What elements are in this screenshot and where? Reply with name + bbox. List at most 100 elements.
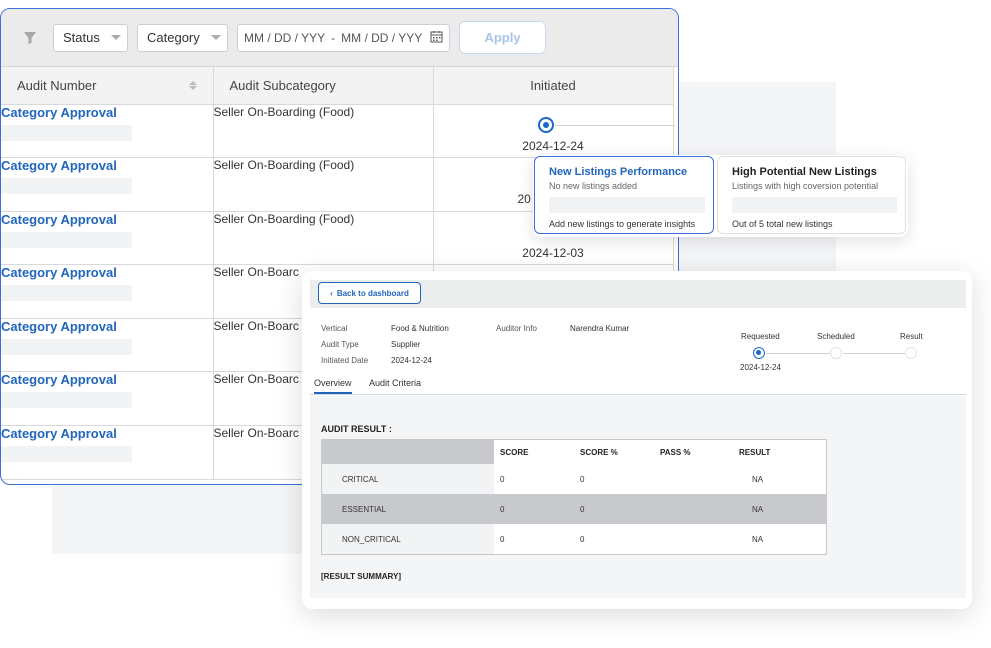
audit-link[interactable]: Category Approval xyxy=(1,265,213,280)
result-header-blank xyxy=(322,440,494,464)
step-line xyxy=(843,353,905,354)
placeholder-bar xyxy=(1,392,132,409)
insight-card-footer: Out of 5 total new listings xyxy=(732,219,833,229)
column-header-audit-number[interactable]: Audit Number xyxy=(1,67,214,105)
table-row[interactable]: Category Approval Seller On-Boarding (Fo… xyxy=(1,104,675,159)
initiated-date: 2024-12-24 xyxy=(522,138,584,153)
table-header-row: Audit Number Audit Subcategory Initiated xyxy=(1,67,674,105)
result-summary-label: [RESULT SUMMARY] xyxy=(321,572,401,581)
initiated-date: 2024-12-03 xyxy=(522,245,584,260)
filter-icon[interactable] xyxy=(17,25,43,51)
insight-card-new-listings[interactable]: New Listings Performance No new listings… xyxy=(534,156,714,234)
step-pending-icon xyxy=(905,347,917,359)
insights-popover: New Listings Performance No new listings… xyxy=(533,155,908,237)
placeholder-bar xyxy=(1,446,132,463)
audit-number-cell: Category Approval xyxy=(1,104,214,159)
overview-content: AUDIT RESULT : SCORE SCORE % PASS % RESU… xyxy=(310,396,966,598)
result-value: NA xyxy=(752,474,764,484)
result-score: 0 xyxy=(500,534,505,544)
placeholder-bar xyxy=(1,178,132,195)
filter-bar: Status Category MM / DD / YYY - MM / DD … xyxy=(1,9,678,67)
column-header-label: Audit Number xyxy=(17,77,97,93)
result-table-header: SCORE SCORE % PASS % RESULT xyxy=(322,440,826,464)
result-header-result: RESULT xyxy=(739,447,771,457)
placeholder-bar xyxy=(1,124,132,141)
placeholder-bar xyxy=(1,285,132,302)
step-pending-icon xyxy=(830,347,842,359)
audit-link[interactable]: Category Approval xyxy=(1,105,213,120)
initiated-date-label: Initiated Date xyxy=(321,356,369,365)
audit-type-label: Audit Type xyxy=(321,340,359,349)
audit-number-cell: Category Approval xyxy=(1,425,214,480)
audit-subcategory-cell: Seller On-Boarding (Food) xyxy=(213,211,434,266)
timeline-line xyxy=(554,124,675,126)
insight-card-subtitle: No new listings added xyxy=(549,181,638,191)
step-date: 2024-12-24 xyxy=(740,363,781,372)
audit-subcategory-cell: Seller On-Boarding (Food) xyxy=(213,104,434,159)
step-line xyxy=(766,353,830,354)
category-select-label: Category xyxy=(147,30,200,45)
insight-card-subtitle: Listings with high coversion potential xyxy=(732,181,879,191)
audit-link[interactable]: Category Approval xyxy=(1,158,213,173)
audit-number-cell: Category Approval xyxy=(1,371,214,427)
insight-card-title: New Listings Performance xyxy=(549,166,688,178)
timeline-dot-icon xyxy=(537,116,554,133)
date-from-placeholder[interactable]: MM / DD / YYY xyxy=(244,31,325,45)
result-row-name: ESSENTIAL xyxy=(322,494,494,524)
vertical-value: Food & Nutrition xyxy=(391,324,449,333)
auditor-value: Narendra Kumar xyxy=(570,324,630,333)
status-select[interactable]: Status xyxy=(53,23,128,52)
date-separator: - xyxy=(331,30,336,45)
status-select-label: Status xyxy=(63,30,100,45)
result-score: 0 xyxy=(500,474,505,484)
step-label-scheduled: Scheduled xyxy=(817,332,855,341)
audit-link[interactable]: Category Approval xyxy=(1,212,213,227)
column-header-initiated: Initiated xyxy=(433,67,674,105)
audit-type-value: Supplier xyxy=(391,340,421,349)
audit-result-table: SCORE SCORE % PASS % RESULT CRITICAL 0 0… xyxy=(321,439,827,555)
chevron-left-icon: ‹ xyxy=(330,288,333,298)
audit-detail-panel: ‹ Back to dashboard Vertical Food & Nutr… xyxy=(302,271,972,609)
placeholder-bar xyxy=(1,231,132,248)
back-button-label: Back to dashboard xyxy=(336,288,409,298)
initiated-date-value: 2024-12-24 xyxy=(391,356,432,365)
audit-link[interactable]: Category Approval xyxy=(1,426,213,441)
apply-button[interactable]: Apply xyxy=(459,21,546,54)
result-score: 0 xyxy=(500,504,505,514)
result-row-name: NON_CRITICAL xyxy=(322,524,494,554)
tab-audit-criteria[interactable]: Audit Criteria xyxy=(369,378,421,388)
result-header-pass-pct: PASS % xyxy=(660,447,691,457)
sort-icon[interactable] xyxy=(188,80,197,90)
placeholder-bar xyxy=(732,197,897,213)
date-to-placeholder[interactable]: MM / DD / YYY xyxy=(341,31,422,45)
result-score-pct: 0 xyxy=(580,534,585,544)
initiated-cell: 2024-12-24 xyxy=(433,104,675,159)
audit-number-cell: Category Approval xyxy=(1,264,214,319)
table-row: CRITICAL 0 0 NA xyxy=(322,464,826,494)
insight-card-high-potential[interactable]: High Potential New Listings Listings wit… xyxy=(717,156,906,234)
placeholder-bar xyxy=(549,197,705,213)
step-active-icon xyxy=(753,347,765,359)
back-to-dashboard-button[interactable]: ‹ Back to dashboard xyxy=(318,282,421,304)
calendar-icon[interactable] xyxy=(430,30,443,46)
tab-overview[interactable]: Overview xyxy=(314,378,352,394)
result-score-pct: 0 xyxy=(580,474,585,484)
placeholder-bar xyxy=(1,338,132,355)
insight-card-footer: Add new listings to generate insights xyxy=(549,219,696,229)
audit-subcategory-cell: Seller On-Boarding (Food) xyxy=(213,157,434,212)
result-row-name: CRITICAL xyxy=(322,464,494,494)
category-select[interactable]: Category xyxy=(137,23,228,52)
result-score-pct: 0 xyxy=(580,504,585,514)
column-header-audit-subcategory: Audit Subcategory xyxy=(213,67,434,105)
audit-number-cell: Category Approval xyxy=(1,157,214,212)
vertical-label: Vertical xyxy=(321,324,348,333)
table-row: NON_CRITICAL 0 0 NA xyxy=(322,524,826,554)
table-row: ESSENTIAL 0 0 NA xyxy=(322,494,826,524)
date-range-input[interactable]: MM / DD / YYY - MM / DD / YYY xyxy=(237,23,450,52)
audit-link[interactable]: Category Approval xyxy=(1,372,213,387)
audit-link[interactable]: Category Approval xyxy=(1,319,213,334)
audit-result-title: AUDIT RESULT : xyxy=(321,424,392,434)
step-label-requested: Requested xyxy=(741,332,780,341)
audit-number-cell: Category Approval xyxy=(1,318,214,373)
chevron-down-icon xyxy=(211,35,221,40)
